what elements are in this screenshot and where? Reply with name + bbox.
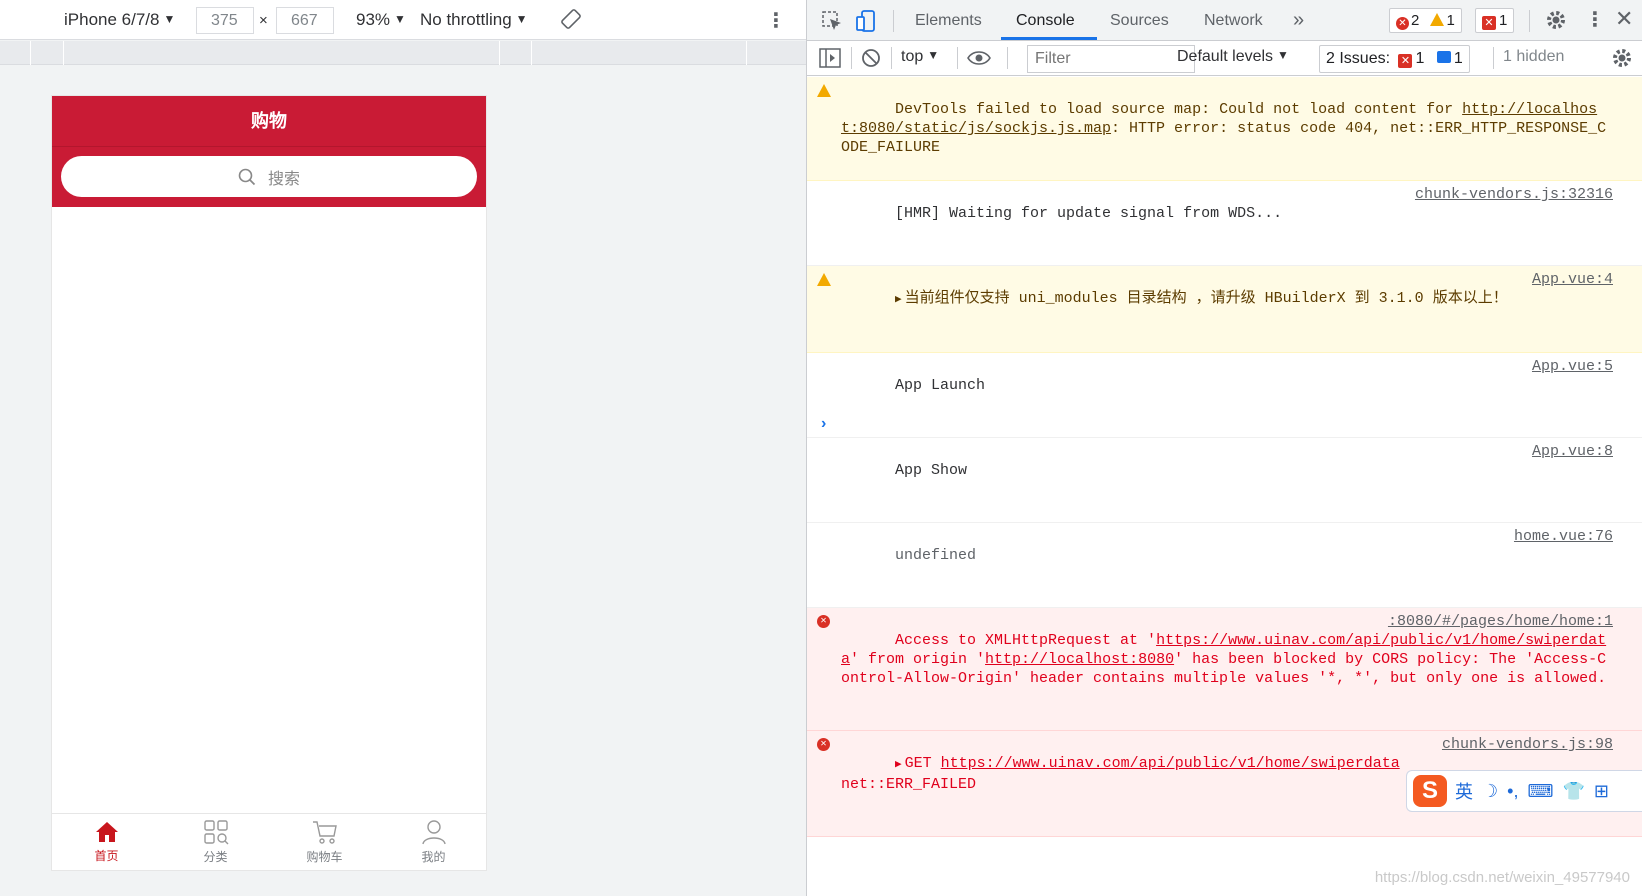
sidebar-toggle-icon[interactable] (819, 48, 841, 73)
source-link[interactable]: chunk-vendors.js:32316 (1415, 185, 1613, 204)
error-icon: ✕ (817, 738, 830, 751)
watermark: https://blog.csdn.net/weixin_49577940 (1374, 869, 1630, 886)
moon-icon[interactable]: ☽ (1482, 781, 1498, 802)
issue-error-icon: ✕ (1398, 54, 1413, 68)
warning-icon (817, 273, 831, 286)
zoom-select[interactable]: 93% ▼ (356, 10, 406, 30)
filter-input[interactable] (1027, 45, 1195, 73)
device-select[interactable]: iPhone 6/7/8 ▼ (64, 10, 175, 30)
sogou-logo-icon[interactable]: S (1413, 775, 1447, 807)
caret-down-icon: ▼ (927, 48, 940, 62)
expand-triangle-icon[interactable]: ▶ (895, 759, 902, 771)
tab-cart[interactable]: 购物车 (270, 814, 379, 870)
console-counts-badge[interactable]: ✕ 2 1 (1389, 8, 1462, 33)
home-icon (95, 822, 118, 842)
issue-icon: ✕ (1482, 16, 1496, 30)
error-icon: ✕ (1396, 17, 1409, 30)
source-link[interactable]: App.vue:4 (1532, 270, 1613, 289)
caret-down-icon: ▼ (515, 12, 528, 26)
height-input[interactable]: 667 (276, 7, 334, 34)
more-tabs-icon[interactable]: » (1293, 9, 1304, 32)
toolbox-icon[interactable]: ⊞ (1594, 781, 1609, 802)
device-toolbar: iPhone 6/7/8 ▼ 375 × 667 93% ▼ No throttli… (0, 0, 806, 40)
console-link[interactable]: https://www.uinav.com/api/public/v1/home… (941, 755, 1400, 772)
tab-network[interactable]: Network (1204, 12, 1263, 30)
width-input[interactable]: 375 (196, 7, 254, 34)
console-message-log: undefined home.vue:76 (807, 523, 1642, 608)
source-link[interactable]: home.vue:76 (1514, 527, 1613, 546)
warning-icon (1429, 13, 1444, 26)
devtools-tabbar: Elements Console Sources Network » ✕ 2 1 … (807, 0, 1642, 41)
error-icon: ✕ (817, 615, 830, 628)
media-query-ruler (0, 41, 806, 65)
devtools-panel: Elements Console Sources Network » ✕ 2 1 … (806, 0, 1642, 896)
keyboard-icon[interactable]: ⌨ (1527, 781, 1553, 802)
tab-bar: 首页 分类 购物车 我的 (52, 813, 486, 870)
warning-icon (817, 84, 831, 97)
page-title: 购物 (52, 96, 486, 147)
tab-console[interactable]: Console (1016, 12, 1075, 30)
active-tab-indicator (1001, 37, 1097, 40)
caret-down-icon: ▼ (394, 12, 406, 26)
ime-toolbar: S 英 ☽ •, ⌨ 👕 ⊞ (1406, 770, 1642, 812)
source-link[interactable]: :8080/#/pages/home/home:1 (1381, 612, 1613, 631)
console-message-warning: DevTools failed to load source map: Coul… (807, 77, 1642, 181)
more-options-icon[interactable]: ⋮ (766, 8, 786, 33)
inspect-element-icon[interactable] (821, 10, 843, 37)
hidden-count: 1 hidden (1503, 48, 1565, 65)
console-message-error: ✕ Access to XMLHttpRequest at 'https://ww… (807, 608, 1642, 731)
issue-info-icon (1436, 51, 1451, 63)
source-link[interactable]: chunk-vendors.js:98 (1442, 735, 1613, 754)
issues-count-button[interactable]: 2 Issues: ✕ 1 1 (1319, 45, 1470, 73)
context-select[interactable]: top ▼ (901, 48, 939, 66)
close-devtools-icon[interactable]: ✕ (1615, 6, 1633, 32)
customize-menu-icon[interactable]: ⋮ (1585, 7, 1605, 32)
search-icon (238, 168, 256, 185)
tab-sources[interactable]: Sources (1110, 12, 1169, 30)
console-settings-gear-icon[interactable] (1611, 47, 1633, 74)
device-emulation-pane: iPhone 6/7/8 ▼ 375 × 667 93% ▼ No throttli… (0, 0, 806, 896)
tab-mine[interactable]: 我的 (379, 814, 486, 870)
tab-elements[interactable]: Elements (915, 12, 982, 30)
clear-console-icon[interactable] (861, 48, 881, 73)
user-icon (421, 820, 446, 845)
search-placeholder: 搜索 (267, 170, 300, 188)
throttling-select[interactable]: No throttling ▼ (420, 10, 528, 30)
tab-label: 购物车 (306, 850, 343, 864)
settings-gear-icon[interactable] (1545, 9, 1567, 36)
ime-language-toggle[interactable]: 英 (1455, 778, 1473, 804)
category-icon (203, 820, 228, 845)
tab-label: 分类 (203, 850, 228, 864)
console-message-warning: ▶ 当前组件仅支持 uni_modules 目录结构 ，请升级 HBuilderX… (807, 266, 1642, 353)
search-input[interactable]: 搜索 (61, 156, 477, 197)
source-link[interactable]: App.vue:8 (1532, 442, 1613, 461)
console-prompt[interactable]: › (821, 415, 826, 433)
source-link[interactable]: App.vue:5 (1532, 357, 1613, 376)
caret-down-icon: ▼ (163, 12, 176, 26)
console-message-log: [HMR] Waiting for update signal from WDS… (807, 181, 1642, 266)
skin-shirt-icon[interactable]: 👕 (1562, 781, 1584, 802)
tab-category[interactable]: 分类 (161, 814, 270, 870)
issues-badge[interactable]: ✕ 1 (1475, 8, 1515, 33)
log-levels-select[interactable]: Default levels ▼ (1177, 48, 1289, 66)
console-toolbar: top▼ Default levels▼ 2 Issues: ✕1 1 1 hi… (807, 41, 1642, 76)
console-link[interactable]: http://localhost:8080 (985, 651, 1174, 668)
dimension-separator: × (259, 12, 268, 29)
search-area: 搜索 (52, 147, 486, 207)
device-toggle-icon[interactable] (855, 9, 877, 38)
expand-triangle-icon[interactable]: ▶ (895, 294, 902, 306)
console-messages: DevTools failed to load source map: Coul… (807, 77, 1642, 837)
rotate-icon[interactable] (560, 8, 582, 35)
phone-viewport: 购物 搜索 首页 分类 购物车 我的 (51, 95, 487, 871)
tab-label: 我的 (421, 850, 446, 864)
punctuation-icon[interactable]: •, (1507, 781, 1518, 802)
console-message-log: App Launch App.vue:5 (807, 353, 1642, 438)
caret-down-icon: ▼ (1277, 48, 1289, 62)
console-message-log: App Show App.vue:8 (807, 438, 1642, 523)
live-expression-eye-icon[interactable] (967, 50, 991, 71)
tab-label: 首页 (94, 849, 119, 863)
cart-icon (312, 821, 337, 844)
tab-home[interactable]: 首页 (52, 814, 161, 870)
